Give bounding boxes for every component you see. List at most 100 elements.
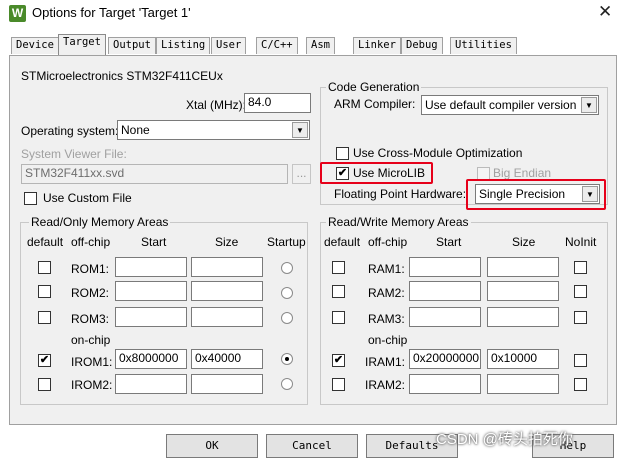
fph-highlight — [466, 179, 606, 210]
ram2-start-input[interactable] — [409, 281, 481, 301]
microlib-highlight — [320, 162, 433, 184]
os-value: None — [121, 123, 150, 137]
device-name: STMicroelectronics STM32F411CEUx — [21, 69, 223, 83]
arm-compiler-select[interactable]: Use default compiler version ▼ — [421, 95, 599, 115]
rw-onchip-label: on-chip — [368, 333, 408, 347]
irom2-start-input[interactable] — [115, 374, 187, 394]
iram2-noinit-checkbox[interactable] — [574, 378, 587, 391]
ro-header-startup: Startup — [267, 235, 306, 249]
svd-browse-button[interactable]: ... — [292, 164, 311, 184]
rom3-start-input[interactable] — [115, 307, 187, 327]
ok-button[interactable]: OK — [166, 434, 258, 458]
iram1-start-input[interactable]: 0x20000000 — [409, 349, 481, 369]
rw-header-start: Start — [436, 235, 462, 249]
rw-memory-title: Read/Write Memory Areas — [326, 215, 471, 229]
tab-device[interactable]: Device — [11, 37, 59, 54]
chevron-down-icon[interactable]: ▼ — [292, 122, 308, 138]
use-custom-file-checkbox[interactable] — [24, 192, 37, 205]
ro-onchip-label: on-chip — [71, 333, 111, 347]
ram1-size-input[interactable] — [487, 257, 559, 277]
ro-header-start: Start — [141, 235, 167, 249]
rom2-startup-radio[interactable] — [281, 287, 293, 299]
rom1-size-input[interactable] — [191, 257, 263, 277]
rom2-start-input[interactable] — [115, 281, 187, 301]
cancel-button[interactable]: Cancel — [266, 434, 358, 458]
svd-input[interactable]: STM32F411xx.svd — [21, 164, 288, 184]
rom3-label: ROM3: — [71, 312, 110, 326]
iram1-size-input[interactable]: 0x10000 — [487, 349, 559, 369]
iram2-default-checkbox[interactable] — [332, 378, 345, 391]
ram3-start-input[interactable] — [409, 307, 481, 327]
ram3-size-input[interactable] — [487, 307, 559, 327]
tab-asm[interactable]: Asm — [306, 37, 335, 54]
tab-cc[interactable]: C/C++ — [256, 37, 298, 54]
xtal-label: Xtal (MHz): — [186, 98, 246, 112]
rom2-default-checkbox[interactable] — [38, 285, 51, 298]
cross-module-label: Use Cross-Module Optimization — [353, 146, 523, 160]
rw-header-noinit: NoInit — [565, 235, 597, 249]
rom1-default-checkbox[interactable] — [38, 261, 51, 274]
arm-compiler-label: ARM Compiler: — [334, 97, 416, 111]
irom1-size-input[interactable]: 0x40000 — [191, 349, 263, 369]
window-title: Options for Target 'Target 1' — [32, 5, 191, 20]
csdn-watermark: CSDN @砖头拍死你 — [436, 431, 573, 448]
ram2-default-checkbox[interactable] — [332, 285, 345, 298]
ram1-label: RAM1: — [368, 262, 405, 276]
rw-header-offchip: off-chip — [368, 235, 408, 249]
cross-module-checkbox[interactable] — [336, 147, 349, 160]
tab-utilities[interactable]: Utilities — [450, 37, 517, 54]
iram2-start-input[interactable] — [409, 374, 481, 394]
arm-compiler-value: Use default compiler version — [425, 98, 577, 112]
tab-debug[interactable]: Debug — [401, 37, 443, 54]
chevron-down-icon[interactable]: ▼ — [581, 97, 597, 113]
tab-strip: Device Target Output Listing User C/C++ … — [0, 34, 624, 56]
ram3-label: RAM3: — [368, 312, 405, 326]
ro-header-default: default — [27, 235, 64, 249]
ram1-noinit-checkbox[interactable] — [574, 261, 587, 274]
irom1-start-input[interactable]: 0x8000000 — [115, 349, 187, 369]
ro-header-offchip: off-chip — [71, 235, 111, 249]
tab-listing[interactable]: Listing — [156, 37, 211, 54]
rom3-default-checkbox[interactable] — [38, 311, 51, 324]
irom2-size-input[interactable] — [191, 374, 263, 394]
ram2-size-input[interactable] — [487, 281, 559, 301]
ram3-default-checkbox[interactable] — [332, 311, 345, 324]
rw-header-default: default — [324, 235, 361, 249]
rom3-size-input[interactable] — [191, 307, 263, 327]
irom2-default-checkbox[interactable] — [38, 378, 51, 391]
ram1-default-checkbox[interactable] — [332, 261, 345, 274]
ram3-noinit-checkbox[interactable] — [574, 311, 587, 324]
tab-user[interactable]: User — [211, 37, 247, 54]
irom2-label: IROM2: — [71, 378, 113, 392]
iram1-label: IRAM1: — [365, 355, 406, 369]
tab-linker[interactable]: Linker — [353, 37, 401, 54]
os-select[interactable]: None ▼ — [117, 120, 310, 140]
svd-label: System Viewer File: — [21, 147, 127, 161]
close-icon[interactable]: ✕ — [598, 2, 612, 22]
rom2-label: ROM2: — [71, 286, 110, 300]
tab-output[interactable]: Output — [108, 37, 156, 54]
keil-logo-icon: W — [9, 5, 26, 22]
iram1-default-checkbox[interactable]: ✔ — [332, 354, 345, 367]
rw-header-size: Size — [512, 235, 536, 249]
irom1-default-checkbox[interactable]: ✔ — [38, 354, 51, 367]
ro-memory-title: Read/Only Memory Areas — [29, 215, 171, 229]
ram1-start-input[interactable] — [409, 257, 481, 277]
iram1-noinit-checkbox[interactable] — [574, 354, 587, 367]
xtal-input[interactable]: 84.0 — [244, 93, 311, 113]
irom2-startup-radio[interactable] — [281, 378, 293, 390]
rom2-size-input[interactable] — [191, 281, 263, 301]
use-custom-file-label: Use Custom File — [43, 191, 132, 205]
rom1-label: ROM1: — [71, 262, 110, 276]
iram2-label: IRAM2: — [365, 378, 406, 392]
irom1-startup-radio[interactable] — [281, 353, 293, 365]
iram2-size-input[interactable] — [487, 374, 559, 394]
rom3-startup-radio[interactable] — [281, 312, 293, 324]
big-endian-label: Big Endian — [493, 166, 552, 180]
tab-target[interactable]: Target — [58, 34, 106, 55]
ram2-label: RAM2: — [368, 286, 405, 300]
rom1-startup-radio[interactable] — [281, 262, 293, 274]
code-generation-title: Code Generation — [326, 80, 422, 94]
rom1-start-input[interactable] — [115, 257, 187, 277]
ram2-noinit-checkbox[interactable] — [574, 285, 587, 298]
